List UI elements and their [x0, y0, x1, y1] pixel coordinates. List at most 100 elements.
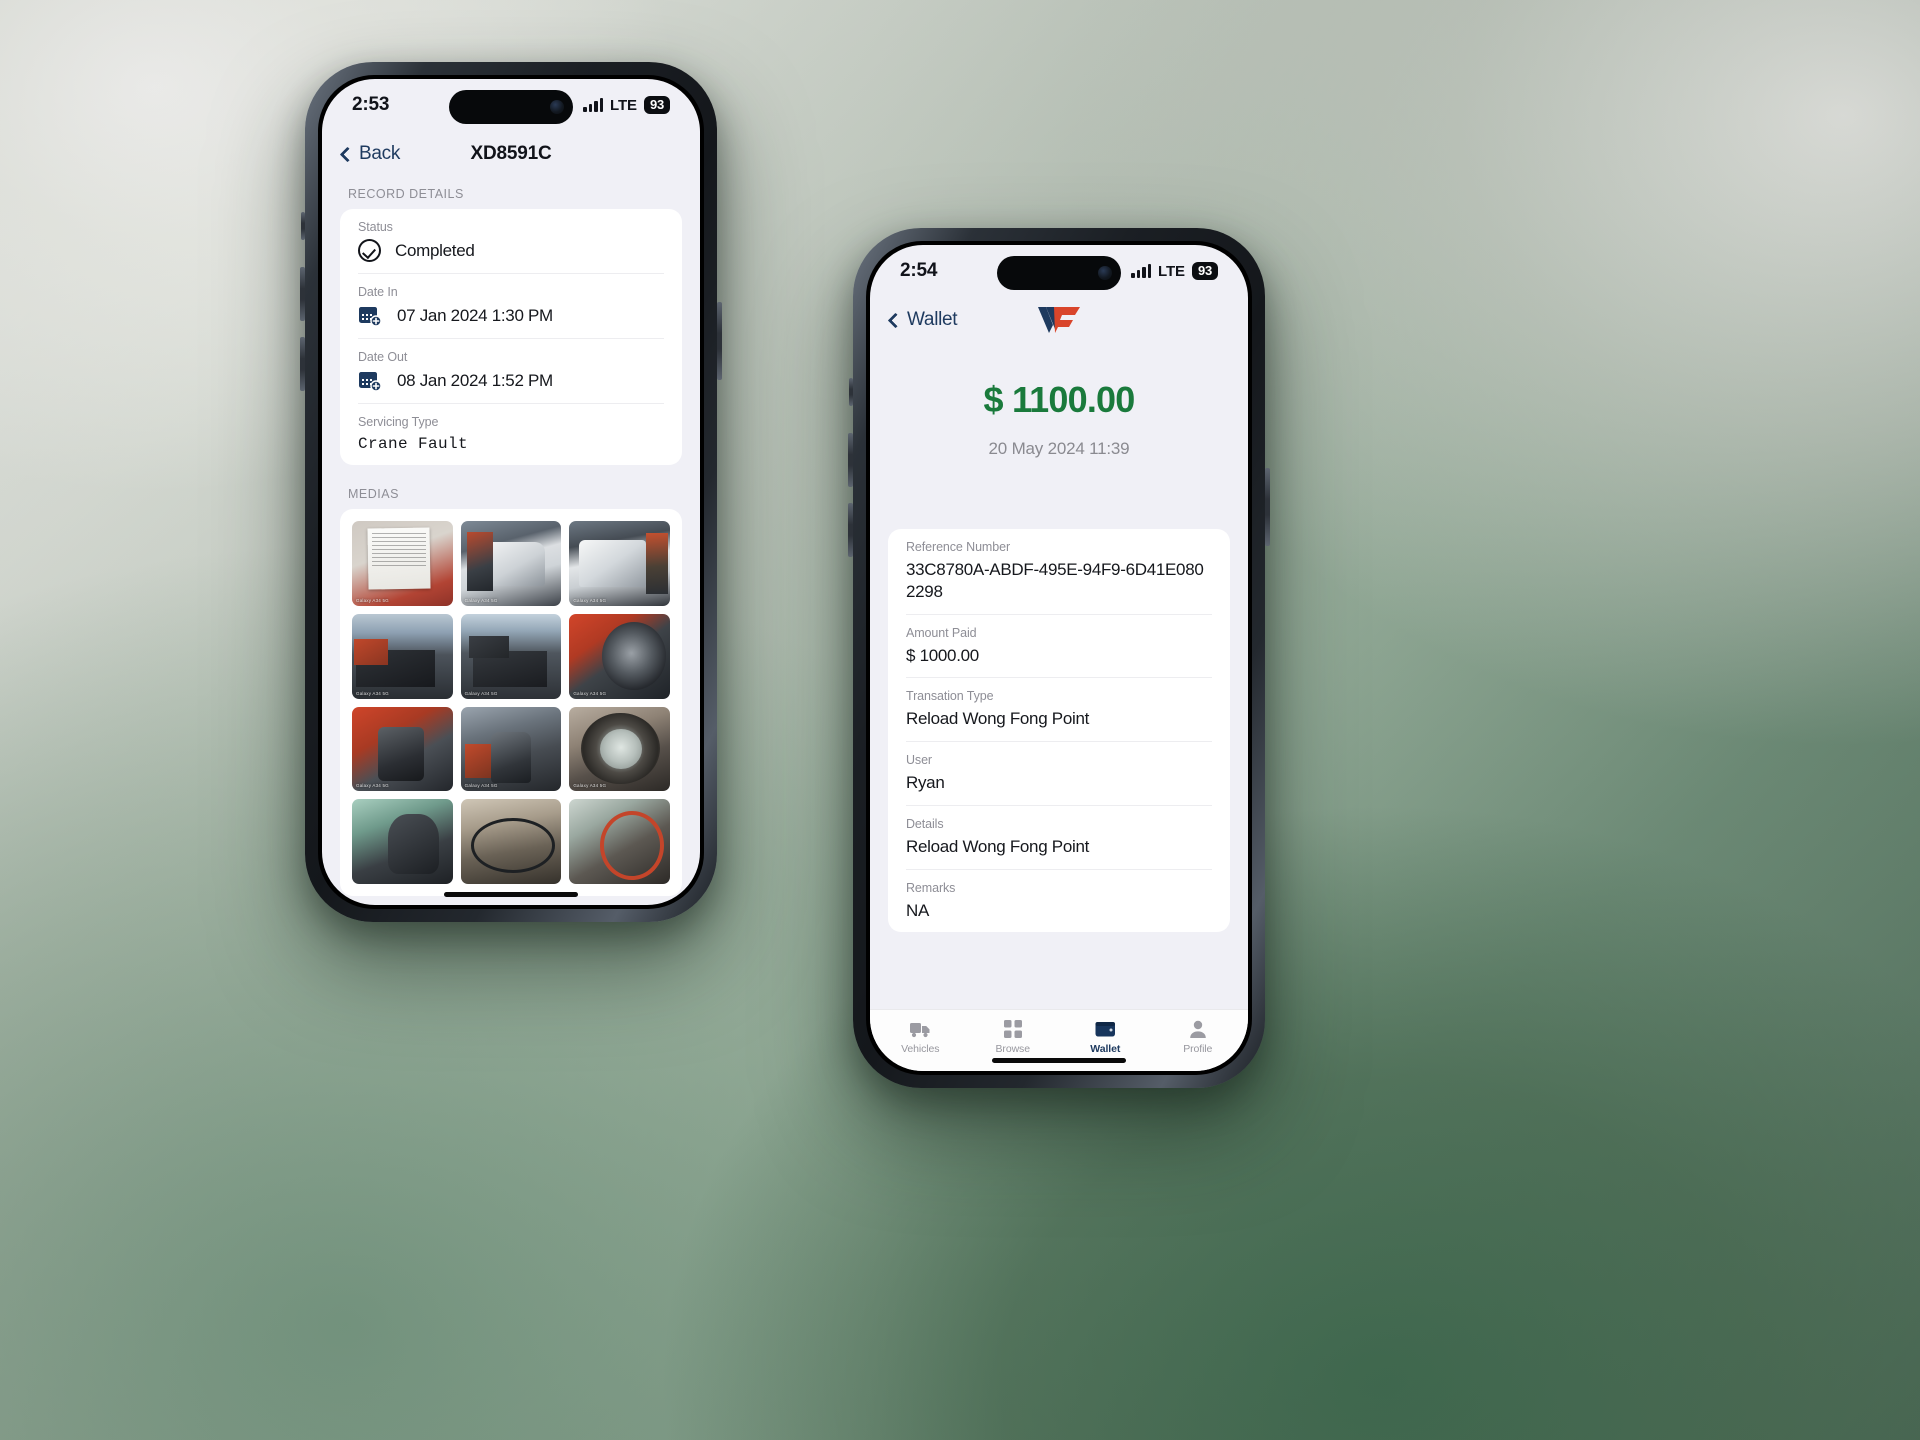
media-thumbnail[interactable]: Galaxy A34 5G [569, 706, 670, 792]
wallet-transaction-timestamp: 20 May 2024 11:39 [988, 439, 1130, 458]
volume-up-button-left[interactable] [300, 267, 305, 321]
nav-bar-right: Wallet [870, 297, 1248, 343]
record-detail-scroll-area[interactable]: RECORD DETAILS Status Completed Date In [322, 177, 700, 905]
tab-vehicles-label: Vehicles [901, 1043, 940, 1055]
check-circle-icon [358, 239, 381, 262]
calendar-add-icon [358, 369, 383, 392]
record-details-card: Status Completed Date In 07 Jan 2024 1:3… [340, 209, 682, 466]
field-details-value: Reload Wong Fong Point [906, 836, 1090, 856]
back-button[interactable]: Back [339, 143, 400, 165]
phone-right-bezel: 2:54 LTE 93 Wallet $ 1100.00 20 May 2024… [866, 241, 1252, 1075]
status-bar-indicators: LTE 93 [1131, 261, 1218, 281]
grid-icon [1003, 1019, 1022, 1039]
tab-wallet[interactable]: Wallet [1059, 1019, 1152, 1055]
field-user-value: Ryan [906, 773, 945, 792]
field-date-out-value: 08 Jan 2024 1:52 PM [397, 370, 553, 390]
tab-profile-label: Profile [1183, 1043, 1213, 1055]
media-watermark: Galaxy A34 5G [464, 690, 498, 696]
status-bar-time: 2:53 [352, 94, 390, 115]
media-watermark: Galaxy A34 5G [464, 783, 498, 789]
wallet-back-button[interactable]: Wallet [887, 309, 958, 331]
media-thumbnail[interactable]: Galaxy A34 5G [460, 521, 562, 607]
wong-fong-wf-logo [1036, 303, 1082, 338]
volume-down-button-left[interactable] [300, 337, 305, 391]
field-amount-paid-value: $ 1000.00 [906, 645, 979, 665]
field-remarks: Remarks NA [906, 870, 1212, 933]
calendar-add-icon [358, 304, 383, 327]
field-date-in-label: Date In [358, 285, 398, 299]
field-reference-number-value: 33C8780A-ABDF-495E-94F9-6D41E0802298 [906, 560, 1204, 601]
transaction-details-card: Reference Number 33C8780A-ABDF-495E-94F9… [888, 529, 1230, 933]
field-date-out: Date Out 08 Jan 2024 1:52 PM [358, 339, 664, 404]
media-thumbnail[interactable]: Galaxy A34 5G [460, 614, 562, 699]
media-thumbnail[interactable]: Galaxy A34 5G [569, 614, 670, 699]
medias-section-header: MEDIAS [348, 487, 399, 502]
media-grid: Galaxy A34 5G Galaxy A34 5G Galaxy A34 5… [340, 509, 682, 896]
media-thumbnail[interactable]: Galaxy A34 5G [460, 706, 562, 792]
media-watermark: Galaxy A34 5G [573, 783, 607, 789]
media-thumbnail[interactable]: Galaxy A34 5G [352, 521, 453, 607]
media-watermark: Galaxy A34 5G [356, 598, 389, 604]
field-remarks-label: Remarks [906, 880, 956, 895]
field-status-value: Completed [395, 240, 475, 260]
home-indicator[interactable] [444, 892, 578, 897]
wallet-transaction-scroll-area[interactable]: $ 1100.00 20 May 2024 11:39 Reference Nu… [870, 343, 1248, 1009]
nav-bar-left: Back XD8591C [322, 131, 700, 177]
network-type-label: LTE [610, 96, 637, 114]
dynamic-island [449, 90, 573, 124]
tab-browse[interactable]: Browse [967, 1019, 1060, 1055]
field-remarks-value: NA [906, 900, 930, 920]
power-button-right[interactable] [1265, 468, 1270, 546]
phone-left-bezel: 2:53 LTE 93 Back XD8591C RECORD DETAILS … [318, 75, 704, 909]
silent-switch-left[interactable] [301, 212, 305, 240]
field-transaction-type-value: Reload Wong Fong Point [906, 709, 1090, 729]
person-icon [1189, 1019, 1207, 1039]
phone-right-device: 2:54 LTE 93 Wallet $ 1100.00 20 May 2024… [848, 228, 1270, 1088]
field-servicing-type: Servicing Type Crane Fault [358, 404, 664, 465]
media-watermark: Galaxy A34 5G [356, 783, 389, 789]
chevron-left-icon [339, 146, 356, 162]
wallet-icon [1095, 1019, 1116, 1039]
page-title: XD8591C [470, 143, 552, 164]
media-thumbnail[interactable]: Galaxy A34 5G [569, 521, 670, 607]
media-thumbnail[interactable]: Galaxy A34 5G [352, 614, 453, 699]
phone-right-screen: 2:54 LTE 93 Wallet $ 1100.00 20 May 2024… [870, 245, 1248, 1071]
volume-up-button-right[interactable] [848, 433, 853, 487]
media-watermark: Galaxy A34 5G [356, 690, 389, 696]
battery-level-badge: 93 [643, 95, 670, 115]
phone-left-screen: 2:53 LTE 93 Back XD8591C RECORD DETAILS … [322, 79, 700, 905]
tab-vehicles[interactable]: Vehicles [874, 1019, 967, 1055]
wallet-balance-amount: $ 1100.00 [983, 379, 1136, 420]
silent-switch-right[interactable] [849, 378, 853, 406]
field-details-label: Details [906, 816, 944, 831]
phone-left-device: 2:53 LTE 93 Back XD8591C RECORD DETAILS … [300, 62, 722, 922]
front-camera-icon [550, 100, 564, 114]
field-status-label: Status [358, 220, 393, 234]
power-button-left[interactable] [717, 302, 722, 380]
signal-bars-icon [583, 98, 604, 112]
field-user-label: User [906, 753, 932, 767]
tab-wallet-label: Wallet [1090, 1043, 1121, 1055]
media-thumbnail[interactable] [569, 799, 670, 884]
status-bar-indicators: LTE 93 [583, 95, 670, 115]
signal-bars-icon [1131, 264, 1152, 278]
media-thumbnail[interactable] [460, 799, 562, 884]
field-transaction-type: Transation Type Reload Wong Fong Point [906, 678, 1212, 742]
dynamic-island [997, 256, 1121, 290]
status-bar-time: 2:54 [900, 260, 938, 281]
media-thumbnail[interactable]: Galaxy A34 5G [352, 706, 453, 792]
tab-profile[interactable]: Profile [1152, 1019, 1245, 1055]
status-bar-right: 2:54 LTE 93 [870, 245, 1248, 297]
field-amount-paid-label: Amount Paid [906, 625, 977, 640]
field-user: User Ryan [906, 742, 1212, 806]
media-thumbnail[interactable] [352, 799, 453, 884]
volume-down-button-right[interactable] [848, 503, 853, 557]
record-details-section-header: RECORD DETAILS [348, 187, 464, 201]
tab-browse-label: Browse [995, 1043, 1031, 1055]
field-amount-paid: Amount Paid $ 1000.00 [906, 615, 1212, 679]
field-reference-number-label: Reference Number [906, 540, 1011, 554]
truck-icon [909, 1019, 931, 1039]
front-camera-icon [1098, 266, 1112, 280]
home-indicator[interactable] [992, 1058, 1126, 1063]
wallet-back-label: Wallet [907, 309, 958, 330]
